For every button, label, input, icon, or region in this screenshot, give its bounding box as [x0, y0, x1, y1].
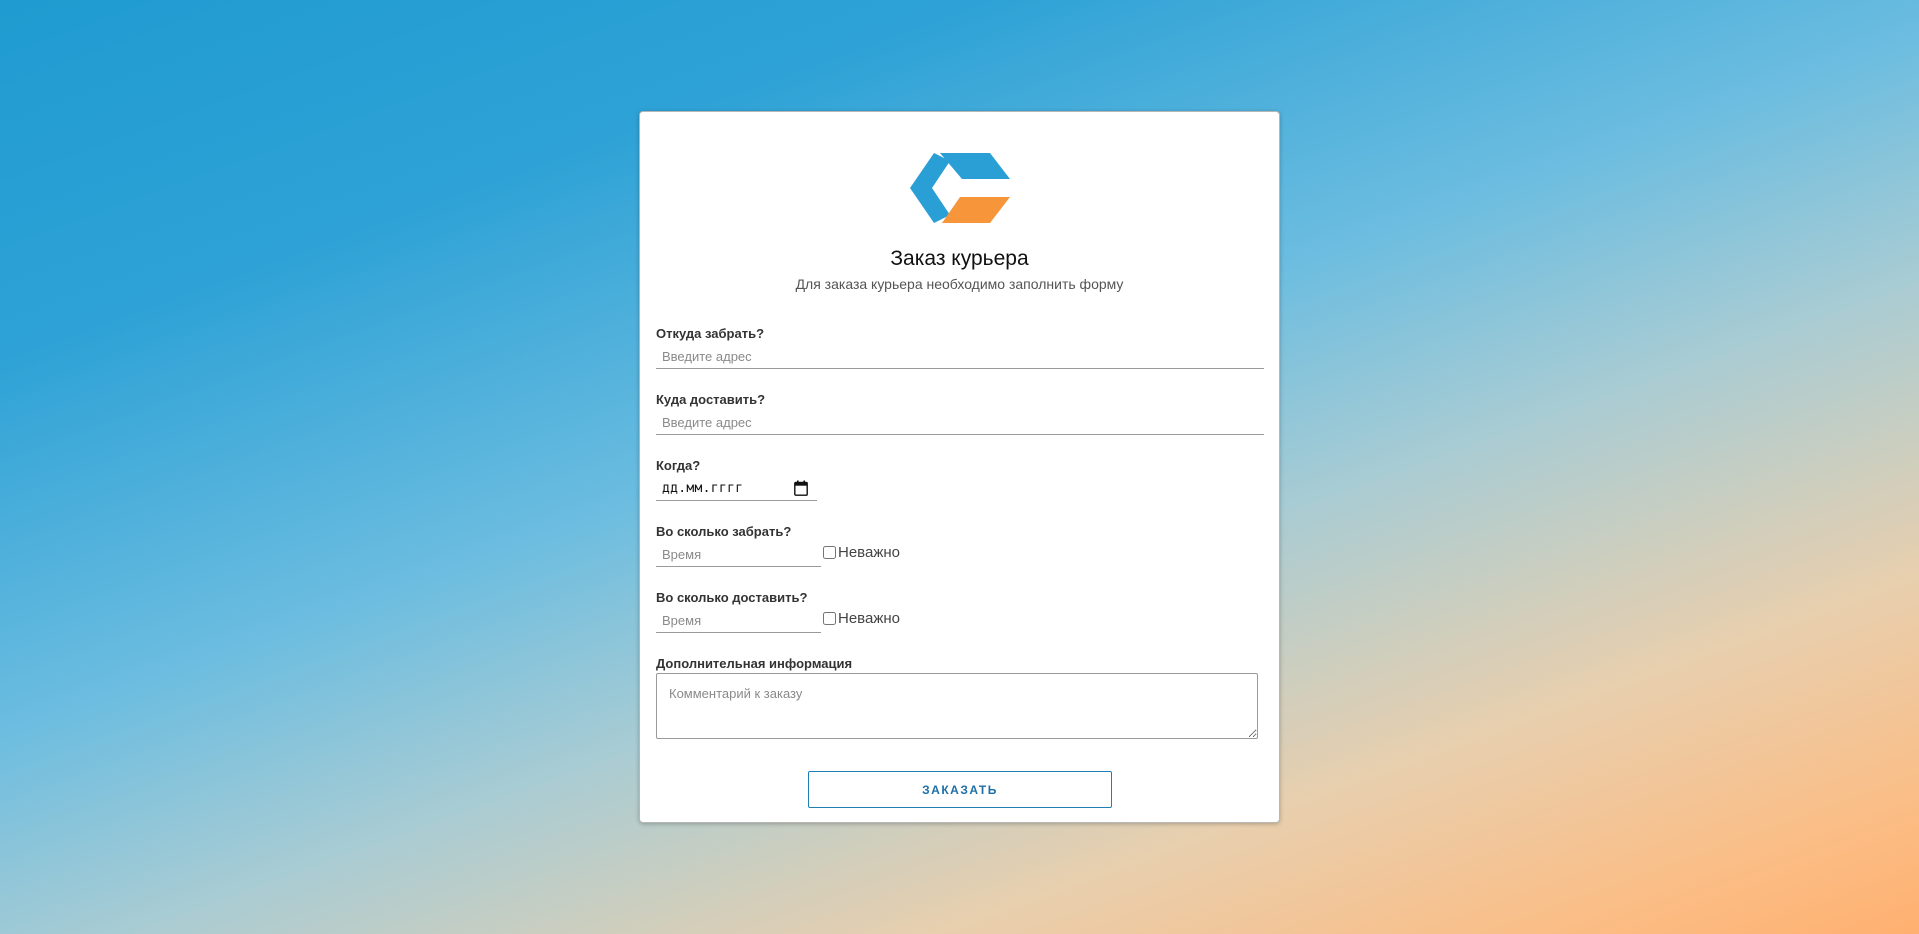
- pickup-time-input[interactable]: [656, 543, 821, 567]
- order-form-card: Заказ курьера Для заказа курьера необход…: [639, 111, 1280, 823]
- cube-logo-icon: [910, 153, 1010, 223]
- pickup-time-any-label: Неважно: [838, 544, 900, 561]
- date-input[interactable]: дд.мм.гггг: [656, 477, 817, 501]
- calendar-icon[interactable]: [794, 480, 808, 496]
- date-label: Когда?: [656, 458, 701, 473]
- to-address-input[interactable]: [656, 411, 1264, 435]
- delivery-time-any-option[interactable]: Неважно: [823, 610, 900, 627]
- page-subtitle: Для заказа курьера необходимо заполнить …: [795, 276, 1124, 292]
- from-address-input[interactable]: [656, 345, 1264, 369]
- pickup-time-any-option[interactable]: Неважно: [823, 544, 900, 561]
- delivery-time-label: Во сколько доставить?: [656, 590, 808, 605]
- delivery-time-any-label: Неважно: [838, 610, 900, 627]
- pickup-time-label: Во сколько забрать?: [656, 524, 792, 539]
- additional-info-label: Дополнительная информация: [656, 656, 853, 671]
- to-address-label: Куда доставить?: [656, 392, 766, 407]
- pickup-time-any-checkbox[interactable]: [823, 546, 836, 559]
- from-address-label: Откуда забрать?: [656, 326, 765, 341]
- comment-textarea[interactable]: [656, 673, 1258, 739]
- delivery-time-input[interactable]: [656, 609, 821, 633]
- date-input-value: дд.мм.гггг: [662, 481, 744, 496]
- order-button[interactable]: ЗАКАЗАТЬ: [808, 771, 1112, 808]
- delivery-time-any-checkbox[interactable]: [823, 612, 836, 625]
- page-title: Заказ курьера: [890, 247, 1029, 270]
